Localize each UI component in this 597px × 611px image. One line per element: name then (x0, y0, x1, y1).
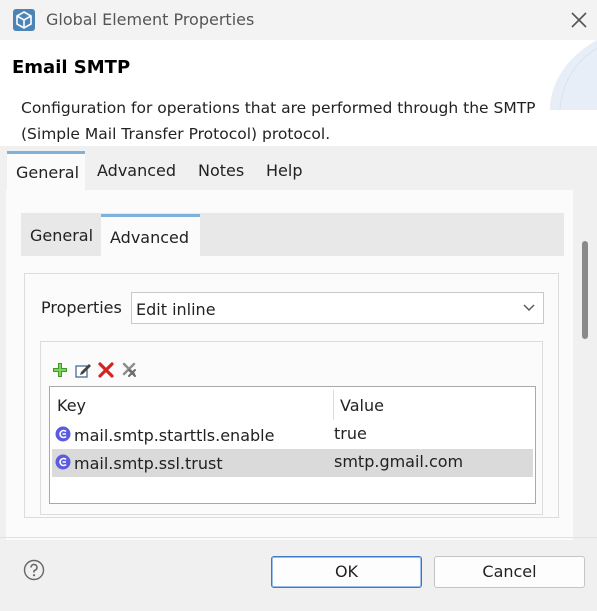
tab-general[interactable]: General (7, 151, 85, 191)
add-icon[interactable] (51, 361, 69, 379)
edit-icon[interactable] (74, 361, 92, 379)
row-value: true (334, 424, 367, 443)
inner-tab-general[interactable]: General (30, 226, 93, 245)
tab-advanced[interactable]: Advanced (97, 161, 176, 180)
properties-select-value: Edit inline (136, 300, 216, 319)
properties-select[interactable]: Edit inline (131, 292, 544, 324)
inner-tab-advanced[interactable]: Advanced (101, 214, 200, 256)
table-row[interactable]: mail.smtp.ssl.trust smtp.gmail.com (52, 449, 533, 477)
tab-help[interactable]: Help (266, 161, 302, 180)
property-icon (55, 426, 71, 442)
property-icon (55, 454, 71, 470)
mule-cube-icon (13, 9, 35, 31)
help-icon[interactable] (23, 559, 45, 581)
tab-notes[interactable]: Notes (198, 161, 244, 180)
cancel-button[interactable]: Cancel (434, 556, 585, 588)
chevron-down-icon (523, 304, 535, 311)
close-icon[interactable] (569, 10, 589, 30)
footer-divider (0, 537, 597, 538)
dialog-header: Email SMTP Configuration for operations … (0, 40, 597, 146)
column-header-value[interactable]: Value (340, 396, 384, 415)
global-element-properties-dialog: Global Element Properties Email SMTP Con… (0, 0, 597, 611)
properties-table: Key Value mail.smtp.starttls.enable true… (49, 386, 536, 504)
scrollbar-thumb[interactable] (582, 241, 588, 339)
page-title: Email SMTP (12, 57, 131, 78)
title-bar: Global Element Properties (0, 0, 597, 40)
row-value: smtp.gmail.com (334, 452, 464, 471)
clear-icon[interactable] (120, 361, 138, 379)
column-divider[interactable] (333, 390, 334, 420)
ok-button[interactable]: OK (271, 556, 422, 588)
window-title: Global Element Properties (46, 10, 255, 29)
page-description: Configuration for operations that are pe… (21, 99, 536, 143)
table-row[interactable]: mail.smtp.starttls.enable true (52, 421, 533, 449)
delete-icon[interactable] (97, 361, 115, 379)
column-header-key[interactable]: Key (57, 396, 86, 415)
row-key: mail.smtp.ssl.trust (74, 454, 223, 473)
properties-label: Properties (41, 298, 122, 317)
row-key: mail.smtp.starttls.enable (74, 426, 275, 445)
